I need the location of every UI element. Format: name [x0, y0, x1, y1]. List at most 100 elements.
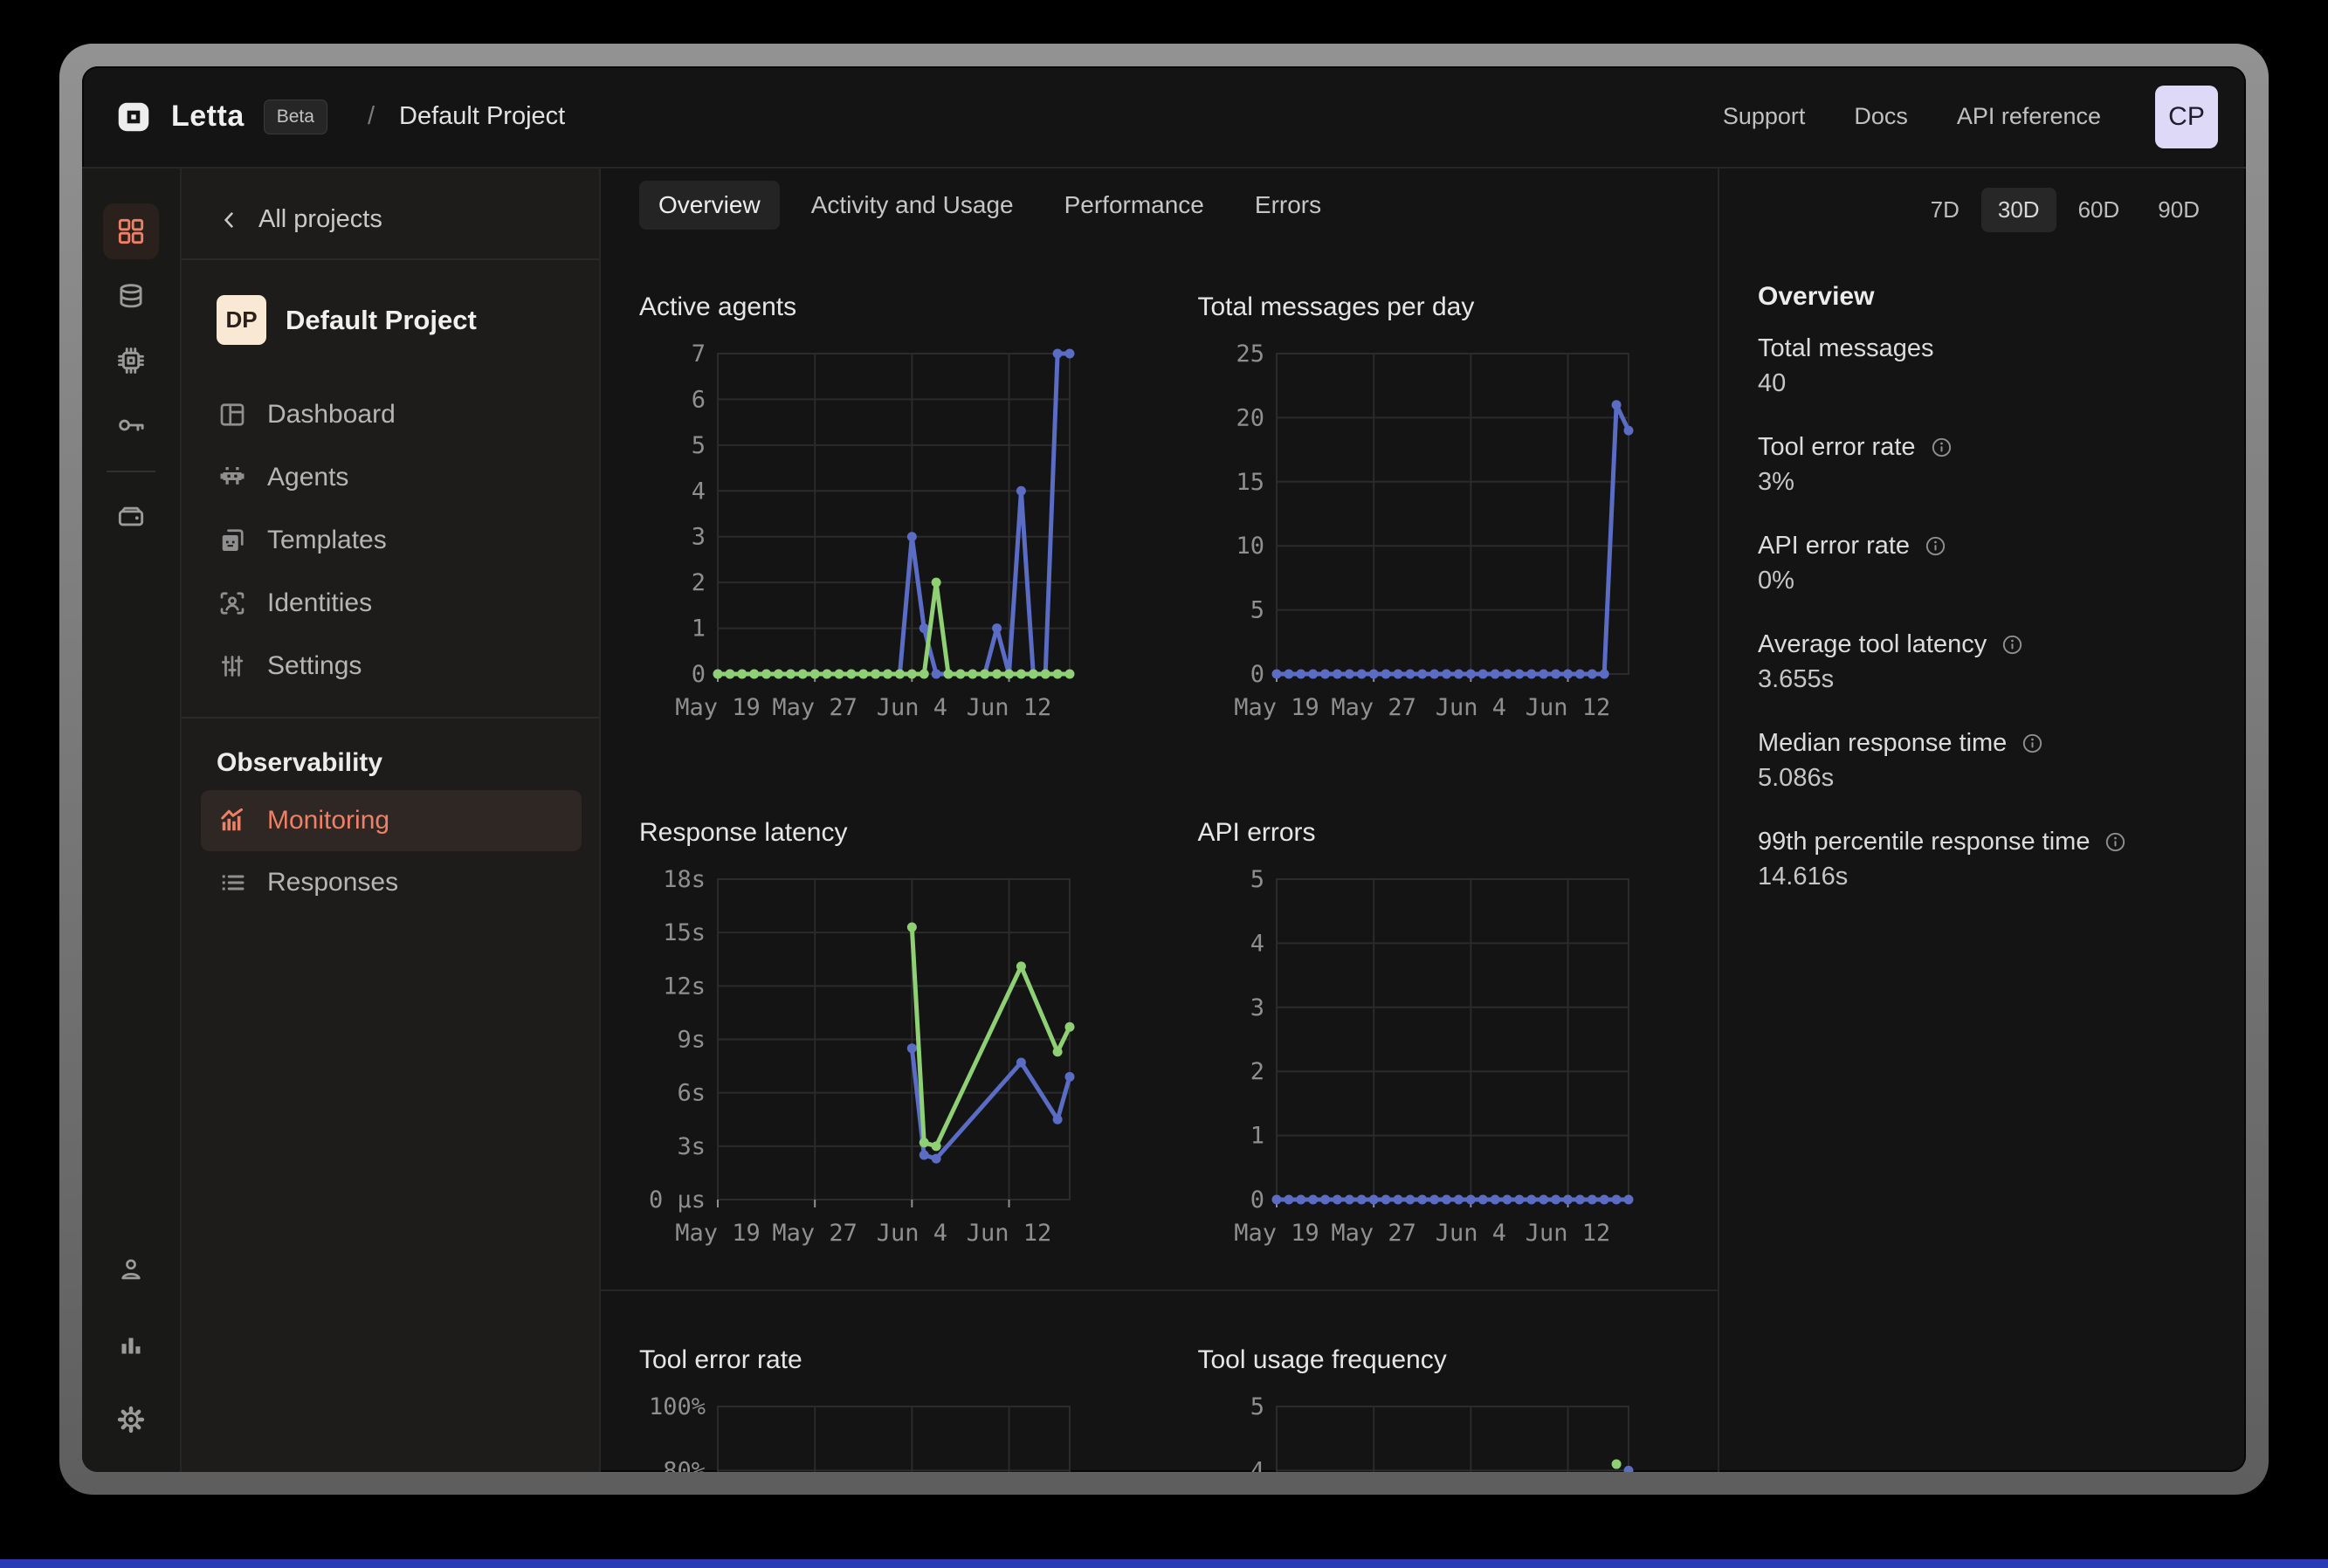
- info-icon-wrap[interactable]: [2001, 633, 2024, 657]
- svg-text:6s: 6s: [677, 1080, 706, 1107]
- svg-text:5: 5: [692, 432, 706, 459]
- app-window-inner: Letta Beta / Default Project Support Docs…: [82, 66, 2246, 1472]
- monitoring-icon: [217, 805, 248, 836]
- svg-text:5: 5: [1250, 1393, 1264, 1420]
- templates-icon: [217, 525, 248, 556]
- svg-text:0 µs: 0 µs: [649, 1186, 706, 1214]
- observability-list: Monitoring Responses: [182, 790, 599, 914]
- sidebar-item-identities[interactable]: Identities: [182, 572, 599, 635]
- responses-icon-wrap: [217, 867, 248, 898]
- info-icon: [2001, 633, 2024, 657]
- rail-bar-chart-button[interactable]: [103, 1317, 159, 1372]
- agents-icon-wrap: [217, 462, 248, 493]
- rail-chip-button[interactable]: [103, 333, 159, 389]
- chart-active_agents-plot: 76543210May 19May 27Jun 4Jun 12: [639, 336, 1128, 738]
- svg-text:12s: 12s: [663, 973, 706, 1000]
- svg-text:10: 10: [1236, 533, 1264, 560]
- svg-text:May 19: May 19: [675, 694, 761, 721]
- chart-tool_error_rate-plot: 100%80%60%40%20%0%May 19May 27Jun 4Jun 1…: [639, 1389, 1128, 1472]
- sidebar-item-label: Dashboard: [267, 400, 396, 430]
- metric-total-messages: Total messages40: [1758, 333, 2214, 399]
- header-link-api-reference[interactable]: API reference: [1957, 103, 2101, 130]
- charts-grid-bottom: Tool error rate100%80%60%40%20%0%May 19M…: [601, 1291, 1718, 1472]
- identities-icon: [217, 588, 248, 619]
- range-30d-button[interactable]: 30D: [1981, 188, 2056, 232]
- sidebar-item-label: Templates: [267, 526, 387, 555]
- range-90d-button[interactable]: 90D: [2141, 188, 2216, 232]
- sidebar-item-agents[interactable]: Agents: [182, 446, 599, 509]
- all-projects-back[interactable]: All projects: [182, 168, 599, 258]
- sidebar-item-monitoring[interactable]: Monitoring: [201, 790, 582, 851]
- tab-performance[interactable]: Performance: [1045, 181, 1223, 230]
- sidebar-item-responses[interactable]: Responses: [182, 851, 599, 914]
- rail-top-group: [103, 203, 159, 546]
- metric-label: 99th percentile response time: [1758, 826, 2214, 857]
- chart-card-total_messages: Total messages per day 2520151050May 19Ma…: [1160, 238, 1718, 764]
- svg-text:May 27: May 27: [1331, 694, 1416, 721]
- sidebar-item-templates[interactable]: Templates: [182, 509, 599, 572]
- beta-badge: Beta: [264, 100, 327, 134]
- info-icon-wrap[interactable]: [2104, 830, 2127, 854]
- grid-icon: [114, 215, 148, 248]
- rail-gear-button[interactable]: [103, 1392, 159, 1448]
- chart-card-tool_usage_frequency: Tool usage frequency 543210May 19May 27Ju…: [1160, 1291, 1718, 1472]
- chart-title-api_errors: API errors: [1198, 815, 1718, 850]
- metric-value: 5.086s: [1758, 762, 2214, 794]
- breadcrumb-project[interactable]: Default Project: [399, 102, 565, 131]
- metric-label: Total messages: [1758, 333, 2214, 364]
- rail-bottom-group: [103, 1241, 159, 1448]
- rail-grid-button[interactable]: [103, 203, 159, 259]
- user-avatar[interactable]: CP: [2155, 86, 2218, 148]
- rail-database-button[interactable]: [103, 268, 159, 324]
- svg-text:May 27: May 27: [772, 1220, 858, 1247]
- svg-text:3s: 3s: [677, 1133, 706, 1160]
- chart-title-tool_usage_frequency: Tool usage frequency: [1198, 1343, 1718, 1378]
- rail-divider: [107, 471, 155, 472]
- gear-icon: [115, 1404, 147, 1435]
- chart-title-total_messages: Total messages per day: [1198, 290, 1718, 325]
- rail-key-button[interactable]: [103, 397, 159, 453]
- chart-title-tool_error_rate: Tool error rate: [639, 1343, 1160, 1378]
- tab-activity-and-usage[interactable]: Activity and Usage: [792, 181, 1033, 230]
- tab-overview[interactable]: Overview: [639, 181, 780, 230]
- metric-median-response-time: Median response time5.086s: [1758, 727, 2214, 794]
- chart-title-active_agents: Active agents: [639, 290, 1160, 325]
- rail-person-button[interactable]: [103, 1241, 159, 1297]
- header-link-docs[interactable]: Docs: [1854, 103, 1908, 130]
- svg-text:80%: 80%: [663, 1457, 706, 1472]
- metric-value: 0%: [1758, 565, 2214, 596]
- chart-tool_usage_frequency-plot: 543210May 19May 27Jun 4Jun 12: [1198, 1389, 1687, 1472]
- content-area: OverviewActivity and UsagePerformance Err…: [601, 168, 2246, 1472]
- all-projects-label: All projects: [258, 205, 382, 234]
- info-icon-wrap[interactable]: [1924, 534, 1947, 558]
- svg-text:5: 5: [1250, 866, 1264, 893]
- svg-text:4: 4: [692, 478, 706, 505]
- sidebar-item-label: Monitoring: [267, 806, 389, 836]
- chart-card-response_latency: Response latency18s15s12s9s6s3s0 µsMay 1…: [601, 764, 1160, 1289]
- svg-text:6: 6: [692, 386, 706, 413]
- rail-server-button[interactable]: [103, 490, 159, 546]
- header-link-support[interactable]: Support: [1723, 103, 1806, 130]
- identities-icon-wrap: [217, 588, 248, 619]
- metric-value: 3%: [1758, 466, 2214, 498]
- sidebar-item-settings[interactable]: Settings: [182, 635, 599, 698]
- chart-total_messages-plot: 2520151050May 19May 27Jun 4Jun 12: [1198, 336, 1687, 738]
- tab-errors[interactable]: Errors: [1236, 181, 1340, 230]
- svg-text:100%: 100%: [649, 1393, 706, 1420]
- letta-logo-icon[interactable]: [114, 97, 154, 137]
- sidebar-item-dashboard[interactable]: Dashboard: [182, 383, 599, 446]
- info-icon-wrap[interactable]: [2021, 732, 2044, 755]
- metric-api-error-rate: API error rate0%: [1758, 530, 2214, 596]
- templates-icon-wrap: [217, 525, 248, 556]
- project-header[interactable]: DP Default Project: [182, 260, 599, 345]
- brand-group: Letta Beta / Default Project: [114, 97, 565, 137]
- info-icon: [2021, 732, 2044, 755]
- range-60d-button[interactable]: 60D: [2062, 188, 2137, 232]
- svg-text:20: 20: [1236, 404, 1264, 431]
- svg-text:7: 7: [692, 340, 706, 368]
- metric-average-tool-latency: Average tool latency3.655s: [1758, 629, 2214, 695]
- project-name: Default Project: [286, 305, 477, 336]
- charts-grid-top: Active agents76543210May 19May 27Jun 4Ju…: [601, 238, 1718, 1289]
- info-icon-wrap[interactable]: [1930, 436, 1953, 459]
- range-7d-button[interactable]: 7D: [1914, 188, 1976, 232]
